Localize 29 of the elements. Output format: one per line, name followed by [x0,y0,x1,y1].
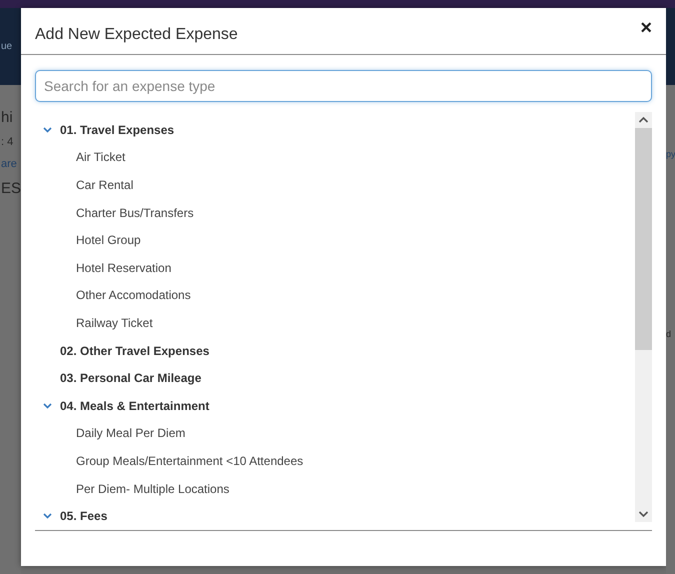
expense-type-item[interactable]: Hotel Reservation [35,254,172,282]
chevron-down-icon[interactable] [43,513,52,520]
close-button[interactable]: × [640,16,652,40]
expense-type-item[interactable]: Daily Meal Per Diem [35,420,186,448]
background-text: hi [0,109,14,126]
category-item[interactable]: 05. Fees [60,509,108,524]
category-item[interactable]: 02. Other Travel Expenses [60,344,210,358]
expense-type-item[interactable]: Hotel Group [35,226,141,254]
chevron-down-icon[interactable] [43,402,52,409]
chevron-down-icon[interactable] [43,126,52,133]
scrollbar-thumb[interactable] [635,128,652,350]
expense-type-item[interactable]: Per Diem- Multiple Locations [35,474,230,502]
background-text: are [0,158,18,170]
category-item[interactable]: 04. Meals & Entertainment [60,398,210,413]
expense-type-item[interactable]: Charter Bus/Transfers [35,198,194,226]
background-text: ue [0,41,12,52]
expense-type-item[interactable]: Railway Ticket [35,309,153,337]
background-text: ES [0,180,21,197]
background-text: d [666,329,672,339]
expense-type-item[interactable]: Group Meals/Entertainment <10 Attendees [35,447,304,475]
dialog-title: Add New Expected Expense [35,26,238,44]
search-field[interactable]: Search for an expense type [35,70,652,102]
category-item[interactable]: 01. Travel Expenses [60,122,174,137]
expense-type-item[interactable]: Car Rental [35,171,134,199]
expense-type-item[interactable]: Air Ticket [35,144,126,172]
category-item[interactable]: 03. Personal Car Mileage [60,371,202,386]
scrollbar[interactable] [635,112,652,522]
expense-type-item[interactable]: Other Accomodations [35,282,191,310]
background-text: : 4 [0,136,14,148]
